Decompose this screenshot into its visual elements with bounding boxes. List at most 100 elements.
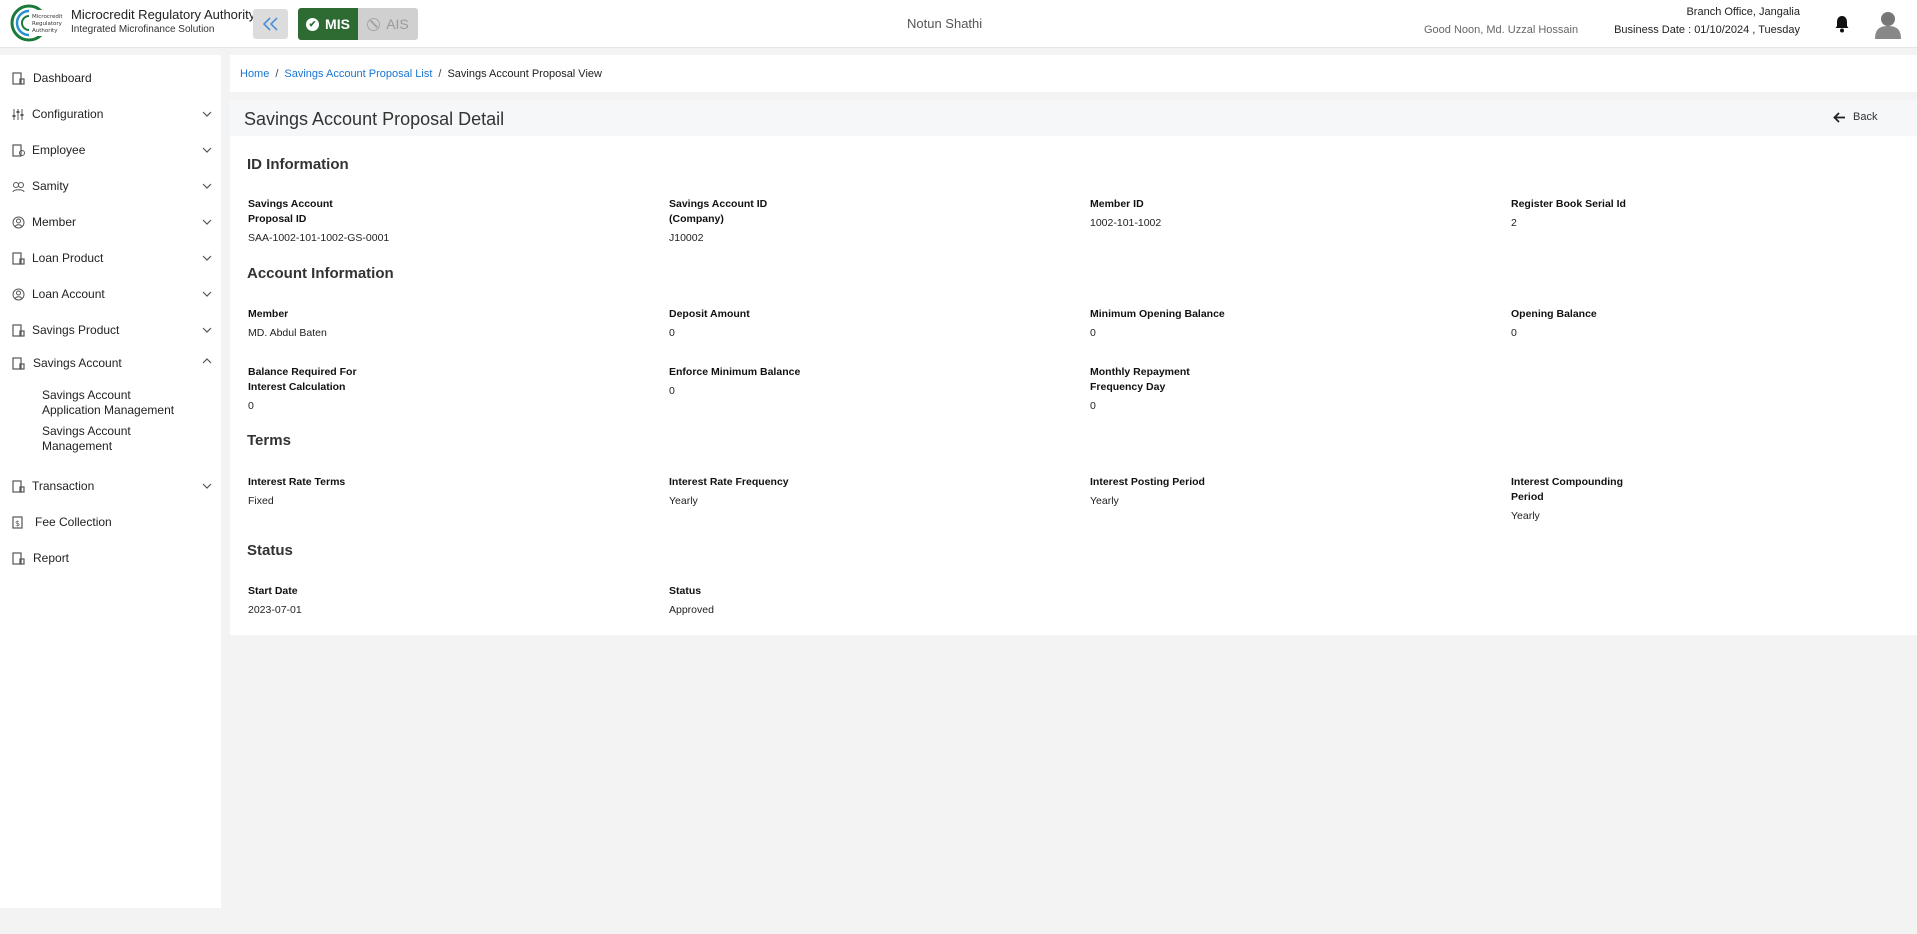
sidebar-item-loan-product[interactable]: Loan Product — [0, 245, 221, 271]
page-title: Savings Account Proposal Detail — [244, 109, 505, 129]
sidebar-item-loan-account[interactable]: Loan Account — [0, 281, 221, 307]
field-label-status: Status — [669, 585, 702, 597]
sidebar-item-report[interactable]: Report — [0, 545, 221, 571]
field-value-deposit-amount: 0 — [669, 327, 675, 339]
user-avatar-icon[interactable] — [1874, 9, 1902, 39]
sidebar-item-transaction[interactable]: Transaction — [0, 473, 221, 499]
field-label-member-id: Member ID — [1090, 198, 1144, 210]
field-label-deposit-amount: Deposit Amount — [669, 308, 750, 320]
field-label-monthly-repayment: Monthly Repayment Frequency Day — [1090, 366, 1190, 393]
sidebar-item-label: Loan Account — [32, 287, 105, 301]
field-label-interest-compounding: Interest Compounding Period — [1511, 476, 1623, 503]
breadcrumb: Home / Savings Account Proposal List / S… — [230, 55, 1917, 92]
field-value-monthly-repayment: 0 — [1090, 400, 1096, 412]
field-label-register-serial: Register Book Serial Id — [1511, 198, 1626, 210]
sidebar-item-label: Fee Collection — [35, 515, 112, 529]
chevron-down-icon — [202, 327, 212, 333]
sidebar-item-label: Transaction — [32, 479, 95, 493]
org-name: Microcredit Regulatory Authority — [71, 7, 256, 22]
sidebar-item-label: Member — [32, 215, 77, 229]
sidebar-item-label: Savings Account — [33, 356, 122, 370]
detail-header: Savings Account Proposal Detail Back — [230, 100, 1917, 136]
ais-label: AIS — [386, 16, 409, 32]
sidebar-item-label: Employee — [32, 143, 86, 157]
field-label-member: Member — [248, 308, 289, 320]
field-label-enforce-min-balance: Enforce Minimum Balance — [669, 366, 801, 378]
field-value-account-id: J10002 — [669, 232, 704, 244]
sidebar-item-label: Savings Product — [32, 323, 120, 337]
chevron-down-icon — [202, 183, 212, 189]
field-value-interest-compounding: Yearly — [1511, 510, 1540, 522]
document-icon — [12, 479, 25, 493]
sidebar: Dashboard Configuration Employee Samity … — [0, 55, 221, 908]
sidebar-item-fee-collection[interactable]: $ Fee Collection — [0, 509, 221, 535]
field-value-interest-rate-terms: Fixed — [248, 495, 274, 507]
disabled-icon — [367, 17, 381, 31]
double-chevron-left-icon — [262, 17, 278, 31]
field-label-opening-balance: Opening Balance — [1511, 308, 1597, 320]
field-label-proposal-id: Savings Account Proposal ID — [248, 198, 333, 225]
sidebar-item-savings-account[interactable]: Savings Account — [0, 350, 221, 376]
sidebar-item-label: Loan Product — [32, 251, 104, 265]
back-button[interactable]: Back — [1833, 111, 1877, 123]
sidebar-item-label: Report — [33, 551, 70, 565]
chevron-down-icon — [202, 483, 212, 489]
samity-icon — [12, 181, 25, 192]
field-label-min-opening-balance: Minimum Opening Balance — [1090, 308, 1225, 320]
document-icon — [12, 551, 25, 565]
section-title-terms: Terms — [247, 432, 291, 449]
svg-text:Regulatory: Regulatory — [32, 21, 63, 27]
field-label-interest-rate-terms: Interest Rate Terms — [248, 476, 346, 488]
field-label-interest-posting-period: Interest Posting Period — [1090, 476, 1205, 488]
member-icon — [12, 216, 25, 228]
field-value-status: Approved — [669, 604, 714, 616]
sidebar-subitem-application-management[interactable]: Savings Account Application Management — [42, 388, 192, 418]
sidebar-item-samity[interactable]: Samity — [0, 173, 221, 199]
section-title-status: Status — [247, 542, 293, 559]
breadcrumb-home-link[interactable]: Home — [240, 68, 269, 80]
field-value-interest-posting-period: Yearly — [1090, 495, 1119, 507]
mra-logo[interactable]: Microcredit Regulatory Authority — [10, 4, 64, 42]
sidebar-item-member[interactable]: Member — [0, 209, 221, 235]
chevron-down-icon — [202, 255, 212, 261]
field-value-balance-required: 0 — [248, 400, 254, 412]
chevron-down-icon — [202, 147, 212, 153]
chevron-down-icon — [202, 111, 212, 117]
chevron-up-icon — [202, 358, 212, 364]
svg-text:Microcredit: Microcredit — [32, 14, 63, 20]
employee-icon — [12, 143, 25, 157]
field-value-register-serial: 2 — [1511, 217, 1517, 229]
mis-label: MIS — [325, 16, 350, 32]
document-icon — [12, 356, 25, 370]
field-value-interest-rate-frequency: Yearly — [669, 495, 698, 507]
sidebar-subitem-account-management[interactable]: Savings Account Management — [42, 424, 152, 454]
sidebar-item-label: Dashboard — [33, 71, 92, 85]
field-label-start-date: Start Date — [248, 585, 298, 597]
breadcrumb-separator: / — [438, 67, 442, 80]
field-value-member: MD. Abdul Baten — [248, 327, 327, 339]
breadcrumb-current: Savings Account Proposal View — [447, 67, 602, 80]
sidebar-item-configuration[interactable]: Configuration — [0, 101, 221, 127]
ais-mode-button[interactable]: AIS — [358, 8, 418, 40]
org-subtitle: Integrated Microfinance Solution — [71, 24, 215, 35]
sliders-icon — [12, 108, 24, 120]
document-icon — [12, 251, 25, 265]
field-value-enforce-min-balance: 0 — [669, 385, 675, 397]
section-title-account-information: Account Information — [247, 265, 394, 282]
chevron-down-icon — [202, 291, 212, 297]
bell-icon[interactable] — [1834, 15, 1850, 33]
app-name: Notun Shathi — [907, 16, 983, 31]
sidebar-item-employee[interactable]: Employee — [0, 137, 221, 163]
sidebar-item-label: Configuration — [32, 107, 104, 121]
top-bar: Microcredit Regulatory Authority Microcr… — [0, 0, 1917, 48]
arrow-left-icon — [1833, 111, 1845, 123]
mis-mode-button[interactable]: ✔ MIS — [298, 8, 358, 40]
breadcrumb-list-link[interactable]: Savings Account Proposal List — [284, 68, 432, 80]
back-label: Back — [1853, 111, 1878, 123]
sidebar-item-savings-product[interactable]: Savings Product — [0, 317, 221, 343]
field-value-member-id: 1002-101-1002 — [1090, 217, 1162, 229]
field-value-proposal-id: SAA-1002-101-1002-GS-0001 — [248, 232, 390, 244]
sidebar-item-dashboard[interactable]: Dashboard — [0, 65, 221, 91]
chevron-down-icon — [202, 219, 212, 225]
collapse-sidebar-button[interactable] — [253, 9, 288, 39]
